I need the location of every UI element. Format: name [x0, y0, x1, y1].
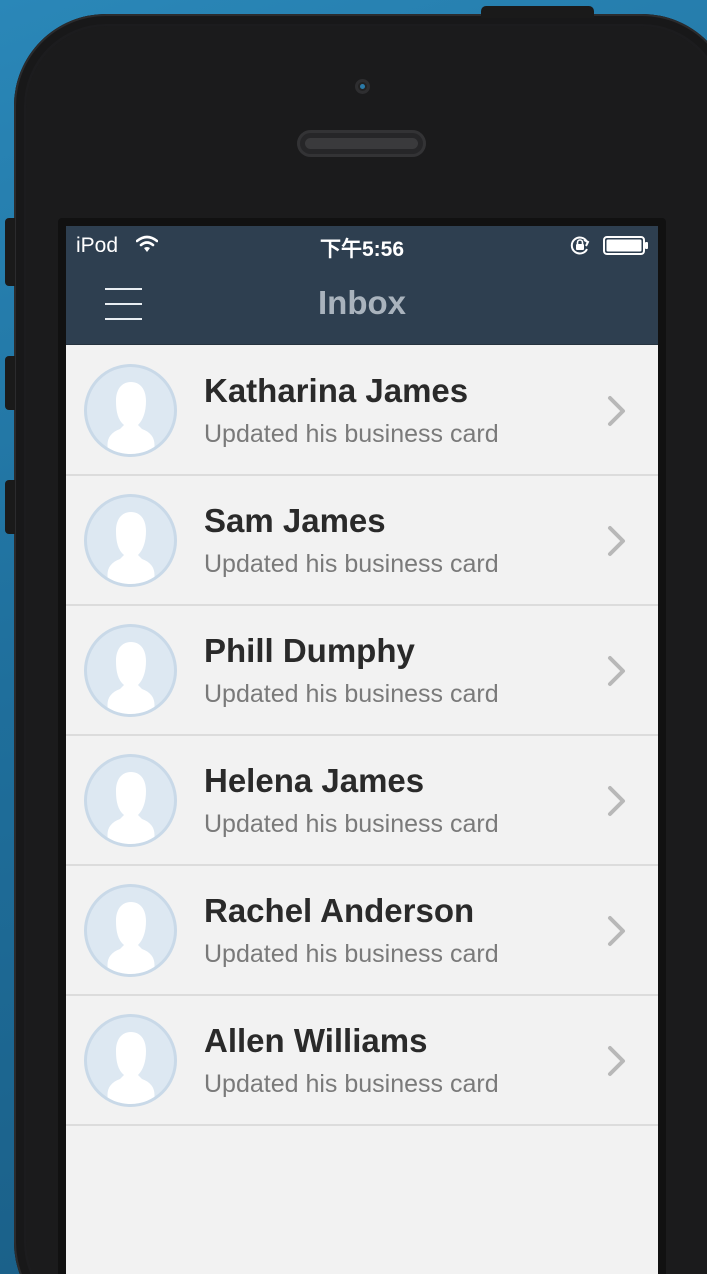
mute-switch	[5, 218, 15, 286]
contact-name: Rachel Anderson	[204, 892, 475, 929]
inbox-list: Katharina James Updated his business car…	[66, 346, 658, 1126]
activity-text: Updated his business card	[204, 940, 499, 968]
volume-down-button	[5, 480, 15, 534]
activity-text: Updated his business card	[204, 810, 499, 838]
rotation-lock-icon	[570, 236, 590, 255]
activity-text: Updated his business card	[204, 420, 499, 448]
list-item[interactable]: Allen Williams Updated his business card	[66, 996, 658, 1126]
contact-name: Allen Williams	[204, 1022, 428, 1059]
avatar	[84, 754, 177, 847]
activity-text: Updated his business card	[204, 680, 499, 708]
battery-icon	[603, 236, 648, 255]
page-title: Inbox	[318, 284, 406, 321]
person-silhouette-icon	[107, 512, 155, 584]
person-silhouette-icon	[107, 772, 155, 844]
contact-name: Sam James	[204, 502, 386, 539]
earpiece-speaker	[297, 130, 426, 157]
avatar	[84, 1014, 177, 1107]
volume-up-button	[5, 356, 15, 410]
contact-name: Phill Dumphy	[204, 632, 415, 669]
nav-bar: Inbox	[66, 266, 658, 345]
power-button	[481, 6, 594, 18]
app-screen: iPod 下午5:56 Inbox Katharina James Update…	[66, 226, 658, 1274]
avatar	[84, 494, 177, 587]
list-item[interactable]: Helena James Updated his business card	[66, 736, 658, 866]
list-item[interactable]: Sam James Updated his business card	[66, 476, 658, 606]
contact-name: Helena James	[204, 762, 425, 799]
activity-text: Updated his business card	[204, 1070, 499, 1098]
activity-text: Updated his business card	[204, 550, 499, 578]
list-item[interactable]: Phill Dumphy Updated his business card	[66, 606, 658, 736]
list-item[interactable]: Rachel Anderson Updated his business car…	[66, 866, 658, 996]
person-silhouette-icon	[107, 1032, 155, 1104]
list-item[interactable]: Katharina James Updated his business car…	[66, 346, 658, 476]
person-silhouette-icon	[107, 642, 155, 714]
chevron-right-icon	[608, 916, 625, 946]
chevron-right-icon	[608, 526, 625, 556]
avatar	[84, 364, 177, 457]
person-silhouette-icon	[107, 902, 155, 974]
chevron-right-icon	[608, 396, 625, 426]
front-camera	[355, 79, 370, 94]
avatar	[84, 884, 177, 977]
chevron-right-icon	[608, 786, 625, 816]
contact-name: Katharina James	[204, 372, 469, 409]
chevron-right-icon	[608, 656, 625, 686]
status-bar: iPod 下午5:56	[66, 226, 658, 266]
avatar	[84, 624, 177, 717]
person-silhouette-icon	[107, 382, 155, 454]
chevron-right-icon	[608, 1046, 625, 1076]
